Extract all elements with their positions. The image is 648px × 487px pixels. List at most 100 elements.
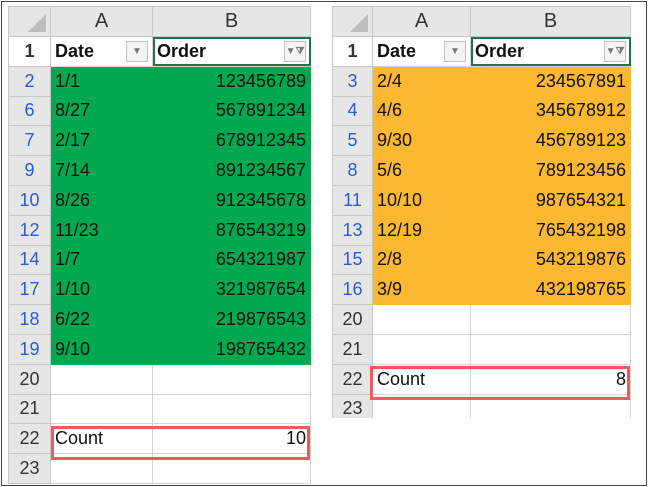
table-row: 10 8/26 912345678 [8,184,311,216]
order-cell[interactable]: 345678912 [470,95,631,127]
table-row: 12 11/23 876543219 [8,214,311,246]
right-grid: A B 1 Date ▼ Order ▼⧩ 3 2/4 234567891 4 4/6 34567891… [332,6,631,418]
row-header[interactable]: 11 [332,184,373,216]
row-header[interactable]: 8 [332,155,373,186]
select-all-corner[interactable] [332,6,373,37]
row-header[interactable]: 20 [332,304,373,335]
order-cell[interactable]: 456789123 [470,125,631,157]
row-header[interactable]: 22 [332,363,373,395]
order-cell[interactable]: 219876543 [152,304,311,335]
date-cell[interactable]: 2/4 [372,65,471,97]
date-cell[interactable]: 10/10 [372,184,471,216]
row-header[interactable]: 20 [8,363,51,395]
count-value-cell[interactable]: 8 [470,363,631,395]
cell[interactable] [50,363,153,395]
date-cell[interactable]: 11/23 [50,214,153,246]
column-header-a[interactable]: A [50,6,153,37]
date-cell[interactable]: 3/9 [372,274,471,306]
column-header-b[interactable]: B [470,6,631,37]
cell[interactable] [372,304,471,335]
row-header[interactable]: 15 [332,244,373,276]
cell[interactable] [152,453,311,484]
order-cell[interactable]: 123456789 [152,65,311,97]
date-cell[interactable]: 8/27 [50,95,153,127]
row-header[interactable]: 5 [332,125,373,157]
order-cell[interactable]: 987654321 [470,184,631,216]
order-cell[interactable]: 876543219 [152,214,311,246]
order-cell[interactable]: 567891234 [152,95,311,127]
date-cell[interactable]: 1/10 [50,274,153,306]
row-header[interactable]: 21 [332,333,373,365]
cell[interactable] [372,393,471,418]
row-header[interactable]: 13 [332,214,373,246]
date-cell[interactable]: 6/22 [50,304,153,335]
cell[interactable] [152,363,311,395]
order-cell[interactable]: 198765432 [152,333,311,365]
cell[interactable] [470,393,631,418]
date-cell[interactable]: 7/14 [50,155,153,186]
date-cell[interactable]: 4/6 [372,95,471,127]
row-header[interactable]: 7 [8,125,51,157]
date-cell[interactable]: 9/10 [50,333,153,365]
row-header[interactable]: 21 [8,393,51,425]
filter-active-icon[interactable]: ▼⧩ [604,41,626,62]
row-header[interactable]: 17 [8,274,51,306]
date-cell[interactable]: 5/6 [372,155,471,186]
filter-dropdown-icon[interactable]: ▼ [126,41,148,62]
row-header[interactable]: 10 [8,184,51,216]
row-header[interactable]: 1 [332,36,373,67]
order-cell[interactable]: 321987654 [152,274,311,306]
cell[interactable] [152,393,311,425]
order-cell[interactable]: 432198765 [470,274,631,306]
count-row: 22 Count 10 [8,423,311,455]
date-cell[interactable]: 9/30 [372,125,471,157]
count-label-cell[interactable]: Count [50,423,153,455]
order-cell[interactable]: 891234567 [152,155,311,186]
table-row: 2 1/1 123456789 [8,65,311,97]
row-header[interactable]: 22 [8,423,51,455]
date-cell[interactable]: 1/1 [50,65,153,97]
count-value-cell[interactable]: 10 [152,423,311,455]
row-header[interactable]: 12 [8,214,51,246]
row-header[interactable]: 16 [332,274,373,306]
row-header[interactable]: 19 [8,333,51,365]
row-header[interactable]: 3 [332,65,373,97]
date-cell[interactable]: 8/26 [50,184,153,216]
order-cell[interactable]: 543219876 [470,244,631,276]
filter-active-icon[interactable]: ▼⧩ [284,41,306,62]
date-header-cell[interactable]: Date ▼ [372,36,471,67]
select-all-corner[interactable] [8,6,51,37]
cell[interactable] [50,393,153,425]
row-header[interactable]: 6 [8,95,51,127]
count-label-cell[interactable]: Count [372,363,471,395]
row-header[interactable]: 1 [8,36,51,67]
order-cell[interactable]: 789123456 [470,155,631,186]
row-header[interactable]: 23 [8,453,51,484]
order-header-cell[interactable]: Order ▼⧩ [470,36,631,67]
row-header[interactable]: 18 [8,304,51,335]
row-header[interactable]: 14 [8,244,51,276]
order-cell[interactable]: 678912345 [152,125,311,157]
date-cell[interactable]: 2/17 [50,125,153,157]
order-cell[interactable]: 654321987 [152,244,311,276]
row-header[interactable]: 4 [332,95,373,127]
order-header-cell[interactable]: Order ▼⧩ [152,36,311,67]
row-header[interactable]: 9 [8,155,51,186]
cell[interactable] [470,304,631,335]
date-cell[interactable]: 1/7 [50,244,153,276]
column-header-a[interactable]: A [372,6,471,37]
date-header-cell[interactable]: Date ▼ [50,36,153,67]
row-header[interactable]: 2 [8,65,51,97]
date-cell[interactable]: 2/8 [372,244,471,276]
date-cell[interactable]: 12/19 [372,214,471,246]
order-cell[interactable]: 765432198 [470,214,631,246]
table-row: 16 3/9 432198765 [332,274,631,306]
cell[interactable] [372,333,471,365]
cell[interactable] [470,333,631,365]
order-cell[interactable]: 912345678 [152,184,311,216]
column-header-b[interactable]: B [152,6,311,37]
order-cell[interactable]: 234567891 [470,65,631,97]
row-header[interactable]: 23 [332,393,373,418]
cell[interactable] [50,453,153,484]
filter-dropdown-icon[interactable]: ▼ [444,41,466,62]
